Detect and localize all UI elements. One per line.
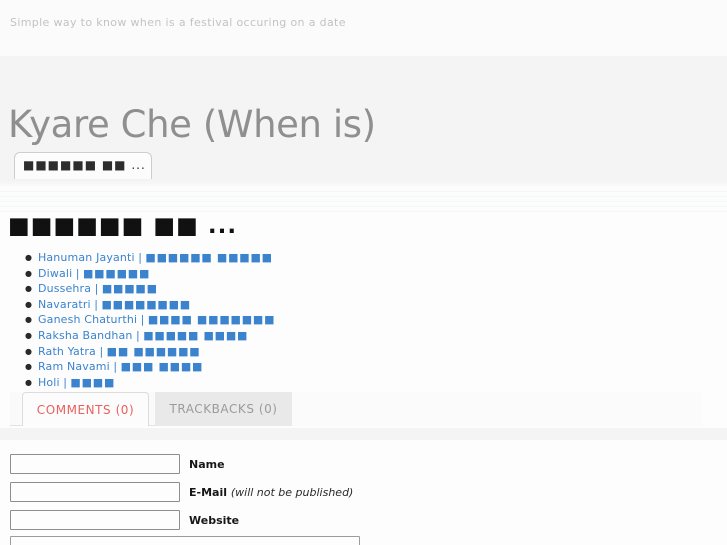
- festival-tofu-text: ■■■■■■: [82, 266, 151, 280]
- name-input[interactable]: [10, 454, 180, 474]
- festival-tofu-text: ■■ ■■■■■■: [106, 344, 201, 358]
- name-field-row: Name: [10, 454, 225, 474]
- tab-panel-body: [0, 428, 727, 440]
- tab-trackbacks[interactable]: TRACKBACKS (0): [155, 392, 292, 426]
- list-item: Holi | ■■■■: [25, 375, 727, 391]
- tab-comments[interactable]: COMMENTS (0): [22, 392, 149, 426]
- tagline-band: Simple way to know when is a festival oc…: [0, 0, 727, 56]
- tab-strip-filler: [292, 392, 702, 426]
- festival-tofu-text: ■■■■■: [101, 282, 158, 296]
- list-item: Ganesh Chaturthi | ■■■■ ■■■■■■■: [25, 312, 727, 328]
- festival-link[interactable]: Holi: [38, 376, 60, 389]
- festival-link[interactable]: Ganesh Chaturthi: [38, 313, 137, 326]
- festival-tofu-text: ■■■■■■ ■■■■■: [145, 251, 273, 264]
- list-item: Diwali | ■■■■■■: [25, 266, 727, 282]
- festival-tofu-text: ■■■■■ ■■■■: [143, 328, 249, 342]
- email-note: (will not be published): [230, 485, 354, 499]
- festival-link[interactable]: Dussehra: [38, 282, 91, 295]
- site-tagline: Simple way to know when is a festival oc…: [10, 16, 346, 29]
- nav-tab-label: ■■■■■■ ■■ ...: [23, 158, 146, 172]
- list-item: Raksha Bandhan | ■■■■■ ■■■■: [25, 328, 727, 344]
- festival-link[interactable]: Ram Navami: [38, 360, 110, 373]
- comment-textarea-wrap[interactable]: [10, 536, 360, 545]
- email-field-row: E-Mail (will not be published): [10, 482, 353, 502]
- post-heading: ■■■■■■ ■■ ...: [8, 213, 238, 239]
- festival-separator: |: [132, 328, 144, 342]
- festival-separator: |: [134, 251, 146, 264]
- page-root: Simple way to know when is a festival oc…: [0, 0, 727, 545]
- comment-tabs: COMMENTS (0) TRACKBACKS (0): [10, 392, 702, 426]
- tab-trackbacks-label: TRACKBACKS (0): [169, 402, 278, 416]
- festival-link[interactable]: Navaratri: [38, 298, 91, 311]
- email-label: E-Mail (will not be published): [189, 486, 353, 499]
- festival-separator: |: [109, 360, 121, 374]
- festival-tofu-text: ■■■■ ■■■■■■■: [147, 313, 276, 327]
- name-label: Name: [189, 457, 225, 471]
- festival-separator: |: [90, 297, 102, 311]
- list-item: Dussehra | ■■■■■: [25, 281, 727, 297]
- website-field-row: Website: [10, 510, 239, 530]
- tab-comments-label: COMMENTS (0): [36, 402, 135, 417]
- list-item: Navaratri | ■■■■■■■■: [25, 297, 727, 313]
- website-input[interactable]: [10, 510, 180, 530]
- list-item: Hanuman Jayanti | ■■■■■■ ■■■■■: [25, 250, 727, 266]
- comment-form: Name E-Mail (will not be published) Webs…: [0, 448, 727, 545]
- festival-tofu-text: ■■■■■■■■: [101, 297, 191, 311]
- festival-tofu-text: ■■■ ■■■■: [120, 360, 204, 374]
- festival-separator: |: [72, 266, 83, 280]
- stripe-texture-top: [0, 179, 727, 187]
- festival-separator: |: [137, 313, 148, 327]
- email-label-text: E-Mail: [189, 485, 227, 499]
- festival-separator: |: [95, 344, 107, 358]
- festival-link[interactable]: Hanuman Jayanti: [38, 251, 135, 264]
- festival-tofu-text: ■■■■: [70, 375, 116, 389]
- main-content: ■■■■■■ ■■ ... Hanuman Jayanti | ■■■■■■ ■…: [0, 212, 727, 390]
- tab-strip: COMMENTS (0) TRACKBACKS (0): [10, 392, 702, 426]
- website-label: Website: [189, 513, 240, 527]
- festival-list: Hanuman Jayanti | ■■■■■■ ■■■■■ Diwali | …: [0, 250, 727, 390]
- list-item: Ram Navami | ■■■ ■■■■: [25, 359, 727, 375]
- site-title[interactable]: Kyare Che (When is): [8, 103, 376, 146]
- email-input[interactable]: [10, 482, 180, 502]
- festival-link[interactable]: Diwali: [38, 267, 72, 280]
- festival-separator: |: [91, 282, 102, 296]
- festival-link[interactable]: Rath Yatra: [38, 345, 96, 358]
- festival-link[interactable]: Raksha Bandhan: [38, 329, 132, 342]
- list-item: Rath Yatra | ■■ ■■■■■■: [25, 344, 727, 360]
- festival-separator: |: [59, 375, 71, 389]
